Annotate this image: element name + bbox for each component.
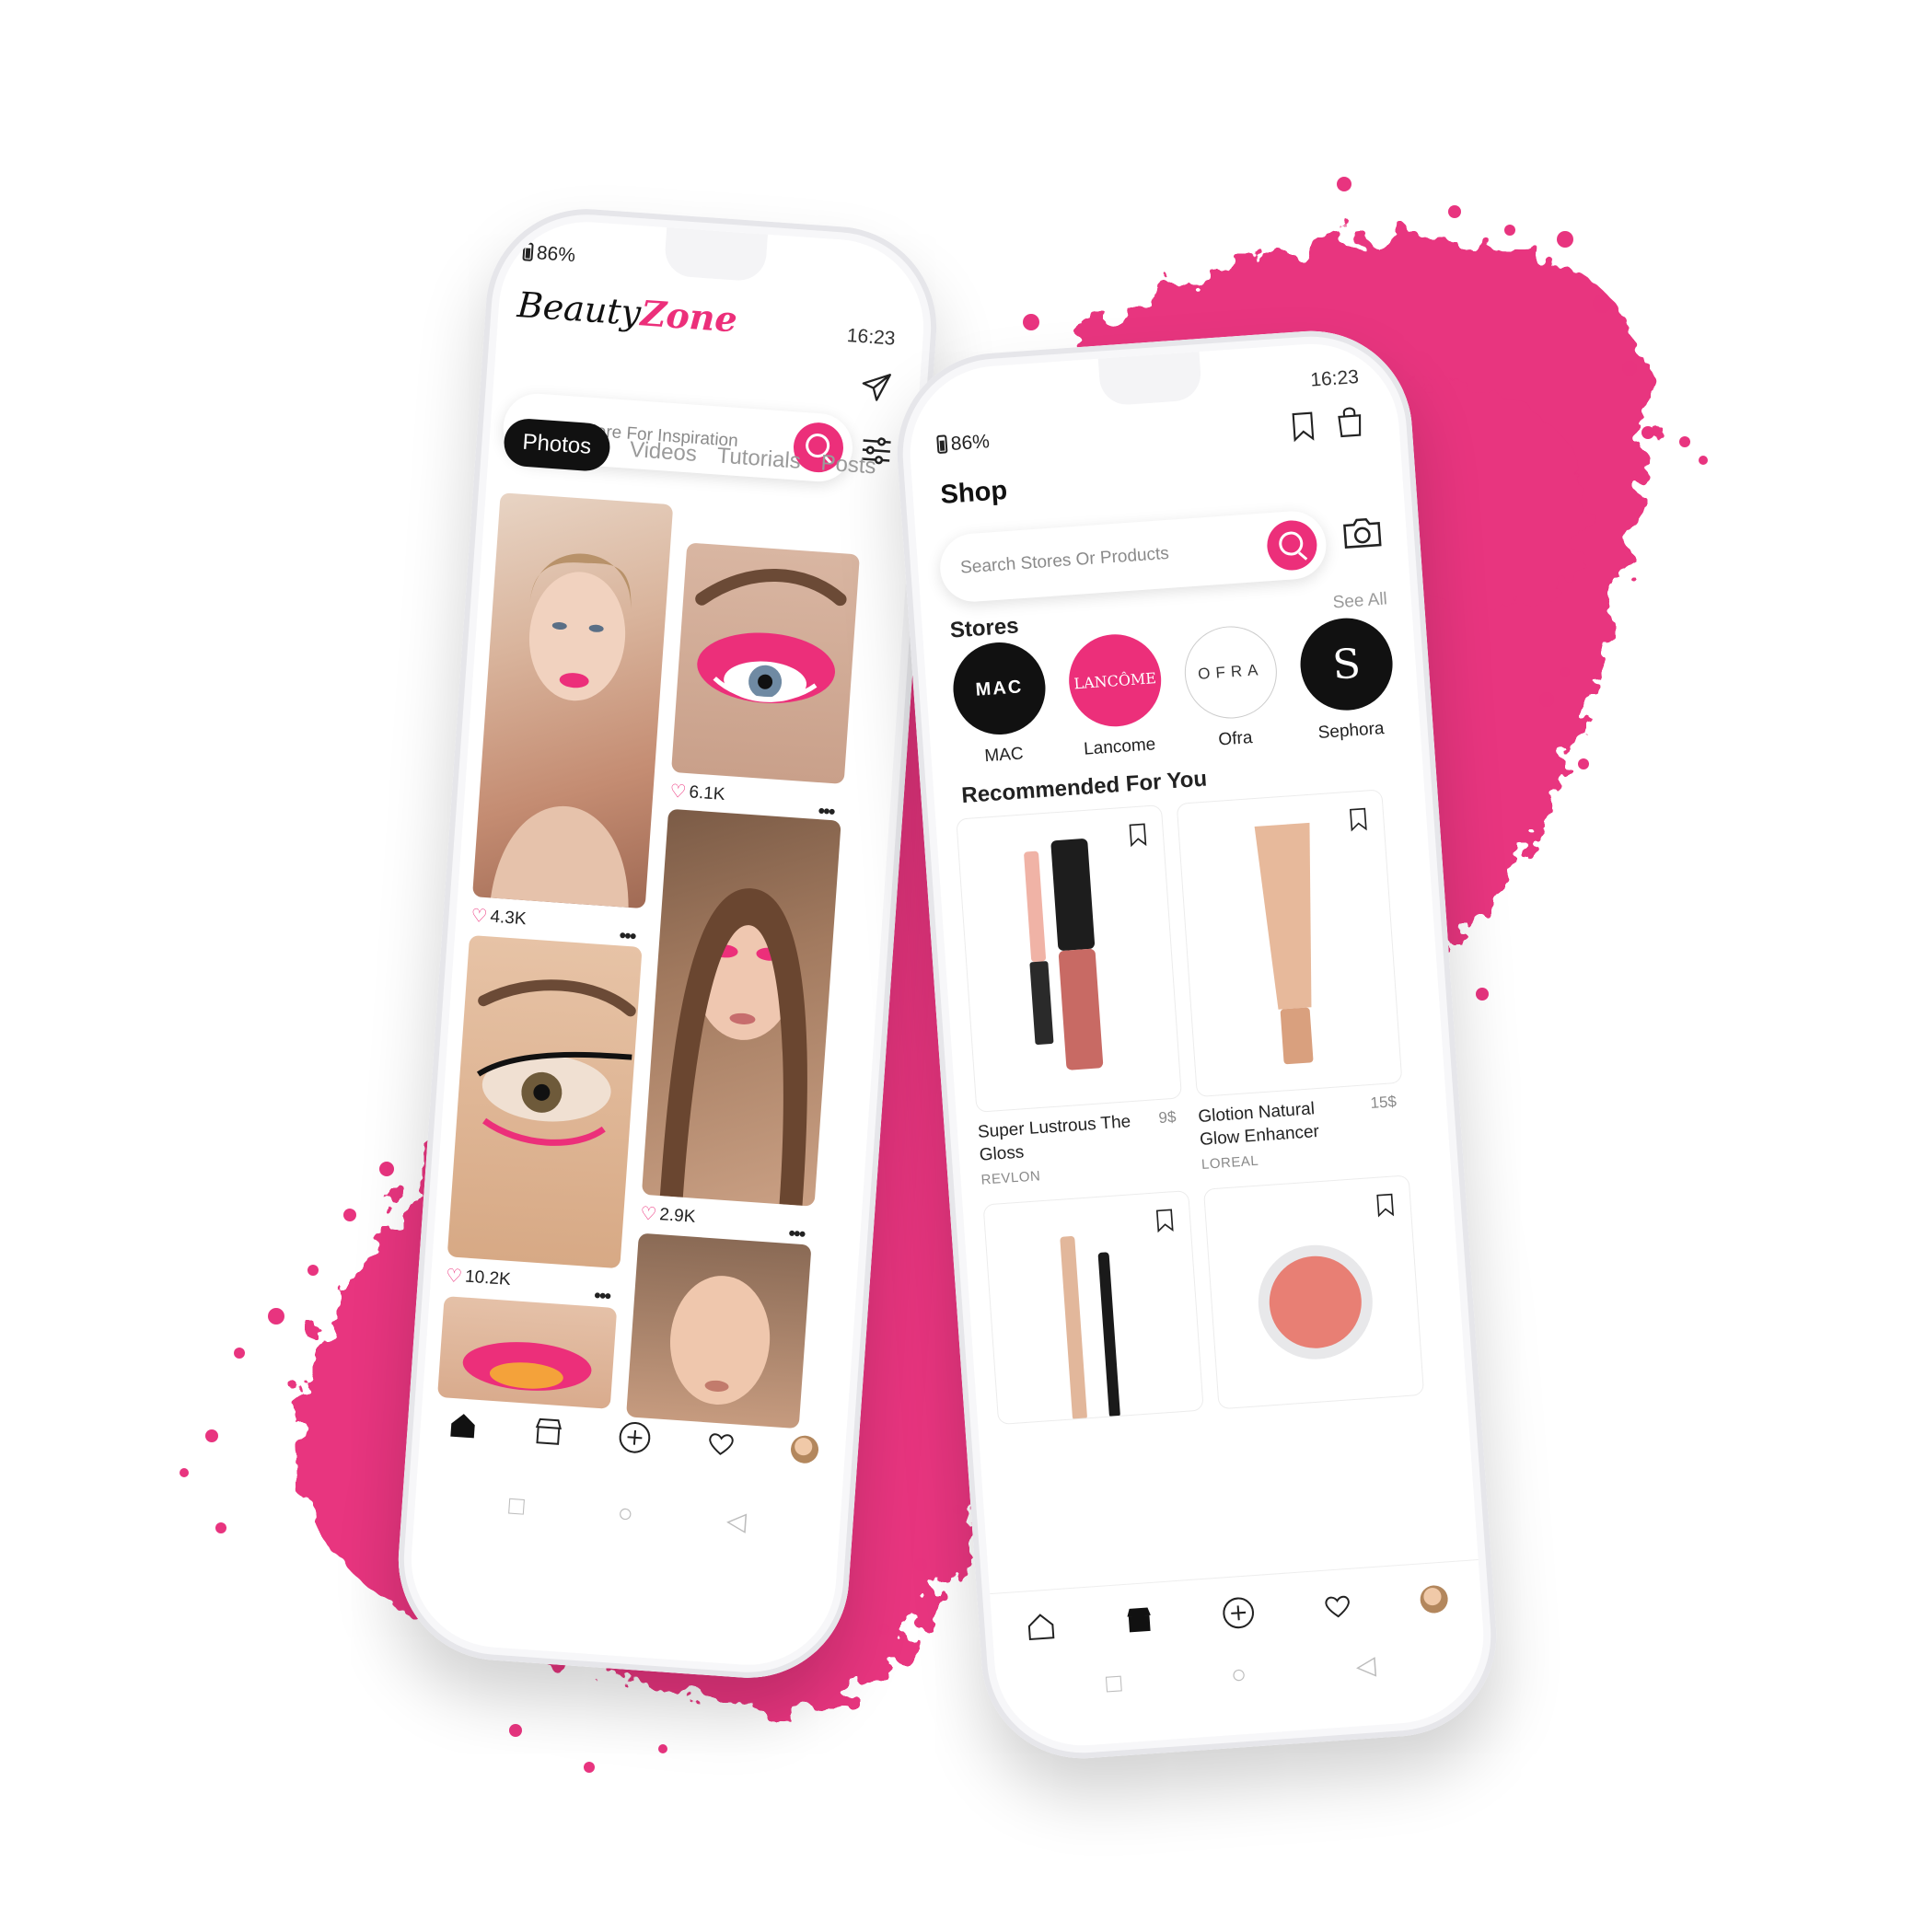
photo-grid: ♡ 4.3K ••• ♡ 6.1K ••• ♡ 10.2K ••• ♡ 2.9K… <box>437 492 877 1429</box>
store-icon[interactable] <box>531 1415 564 1448</box>
product-card[interactable]: 9$ Super Lustrous The Gloss REVLON <box>956 804 1188 1188</box>
shop-bottom-nav <box>990 1559 1482 1649</box>
like-count: ♡ 10.2K <box>445 1264 512 1290</box>
store-search-input[interactable]: Search Stores Or Products <box>937 508 1328 605</box>
heart-icon[interactable] <box>1321 1590 1354 1623</box>
bookmark-icon[interactable] <box>1127 821 1149 848</box>
feed-phone: 86% 16:23 BeautyZone Search Here For Ins… <box>391 202 944 1685</box>
home-button-icon[interactable]: ○ <box>1230 1659 1247 1689</box>
tab-tutorials[interactable]: Tutorials <box>716 443 802 474</box>
portrait-image <box>669 1276 771 1405</box>
like-count: ♡ 2.9K <box>639 1202 697 1227</box>
battery-status: 86% <box>522 241 576 267</box>
heart-icon[interactable]: ♡ <box>640 1202 658 1226</box>
eye-makeup-image <box>462 1342 592 1391</box>
add-icon[interactable] <box>616 1419 654 1457</box>
glow-enhancer-image <box>1254 822 1314 1065</box>
back-icon[interactable]: ◁ <box>1355 1649 1377 1681</box>
search-icon[interactable] <box>1265 518 1319 573</box>
lip-gloss-image <box>1024 839 1104 1070</box>
store-sephora[interactable]: S Sephora <box>1294 615 1400 745</box>
product-price: 15$ <box>1369 1093 1398 1112</box>
more-options-icon[interactable]: ••• <box>619 923 636 948</box>
eye-makeup-image <box>476 979 636 1146</box>
product-image <box>1176 789 1403 1098</box>
product-image <box>956 804 1183 1113</box>
ofra-logo: OFRA <box>1181 623 1281 722</box>
product-image <box>982 1190 1204 1426</box>
more-options-icon[interactable]: ••• <box>593 1283 610 1308</box>
bookmark-icon[interactable] <box>1154 1207 1176 1233</box>
product-card[interactable] <box>1202 1174 1425 1410</box>
back-icon[interactable]: ◁ <box>725 1505 748 1536</box>
sephora-logo: S <box>1297 615 1396 714</box>
see-all-link[interactable]: See All <box>1332 589 1388 613</box>
store-ofra[interactable]: OFRA Ofra <box>1179 623 1285 753</box>
post-photo[interactable] <box>437 1296 618 1409</box>
store-mac[interactable]: MAC MAC <box>947 639 1053 769</box>
portrait-image <box>490 553 632 908</box>
heart-icon[interactable]: ♡ <box>445 1264 463 1288</box>
clock: 16:23 <box>846 325 897 350</box>
product-image <box>1202 1174 1425 1410</box>
store-lancome[interactable]: LANCÔME Lancome <box>1063 631 1169 761</box>
more-options-icon[interactable]: ••• <box>787 1221 806 1246</box>
post-photo[interactable] <box>641 808 841 1207</box>
like-count: ♡ 6.1K <box>668 780 726 804</box>
product-card[interactable] <box>982 1190 1204 1426</box>
shop-phone: 86% 16:23 Shop Search Stores Or Products… <box>890 324 1503 1765</box>
camera-notch <box>1097 351 1203 407</box>
battery-icon[interactable] <box>936 434 948 455</box>
post-photo[interactable] <box>472 492 674 909</box>
heart-icon[interactable]: ♡ <box>470 904 489 928</box>
battery-icon <box>522 242 534 261</box>
clock: 16:23 <box>1309 365 1360 391</box>
feed-screen: 86% 16:23 BeautyZone Search Here For Ins… <box>405 215 930 1672</box>
tab-videos[interactable]: Videos <box>629 437 698 468</box>
home-icon[interactable] <box>447 1409 480 1442</box>
home-button-icon[interactable]: ○ <box>617 1498 634 1528</box>
bookmark-icon[interactable] <box>1289 410 1317 443</box>
add-icon[interactable] <box>1220 1594 1258 1632</box>
avatar[interactable] <box>1419 1584 1449 1614</box>
home-icon[interactable] <box>1025 1610 1058 1643</box>
page-title: Shop <box>939 475 1009 510</box>
heart-icon[interactable]: ♡ <box>669 780 688 804</box>
heart-icon[interactable] <box>704 1427 737 1460</box>
battery-status: 86% <box>936 431 991 457</box>
mac-logo: MAC <box>950 639 1049 738</box>
recent-apps-icon[interactable]: □ <box>508 1490 526 1521</box>
tab-posts[interactable]: Posts <box>820 450 877 480</box>
shop-screen: 86% 16:23 Shop Search Stores Or Products… <box>904 338 1490 1752</box>
recommended-heading: Recommended For You <box>960 766 1208 809</box>
store-icon[interactable] <box>1122 1603 1155 1637</box>
stores-heading: Stores <box>949 613 1020 643</box>
product-name: Glotion Natural Glow Enhancer <box>1197 1099 1320 1150</box>
lancome-logo: LANCÔME <box>1065 631 1165 730</box>
shopping-bag-icon[interactable] <box>1333 403 1367 440</box>
portrait-image <box>659 888 807 1206</box>
recent-apps-icon[interactable]: □ <box>1105 1668 1122 1698</box>
bookmark-icon[interactable] <box>1375 1191 1397 1218</box>
like-count: ♡ 4.3K <box>470 904 528 929</box>
camera-icon[interactable] <box>1340 513 1384 552</box>
bookmark-icon[interactable] <box>1347 805 1369 832</box>
eye-makeup-image <box>695 569 847 704</box>
product-name: Super Lustrous The Gloss <box>977 1112 1131 1165</box>
send-icon[interactable] <box>860 370 893 403</box>
system-nav: □ ○ ◁ <box>414 1483 841 1543</box>
product-price: 9$ <box>1157 1107 1177 1128</box>
system-nav: □ ○ ◁ <box>995 1642 1486 1706</box>
post-photo[interactable] <box>626 1232 812 1429</box>
camera-notch <box>663 227 768 283</box>
product-card[interactable]: 15$ Glotion Natural Glow Enhancer LOREAL <box>1176 789 1409 1173</box>
avatar[interactable] <box>789 1434 819 1464</box>
post-photo[interactable] <box>670 542 860 784</box>
post-photo[interactable] <box>447 934 643 1269</box>
beauty-zone-logo: BeautyZone <box>516 283 739 341</box>
tab-photos[interactable]: Photos <box>502 417 611 473</box>
